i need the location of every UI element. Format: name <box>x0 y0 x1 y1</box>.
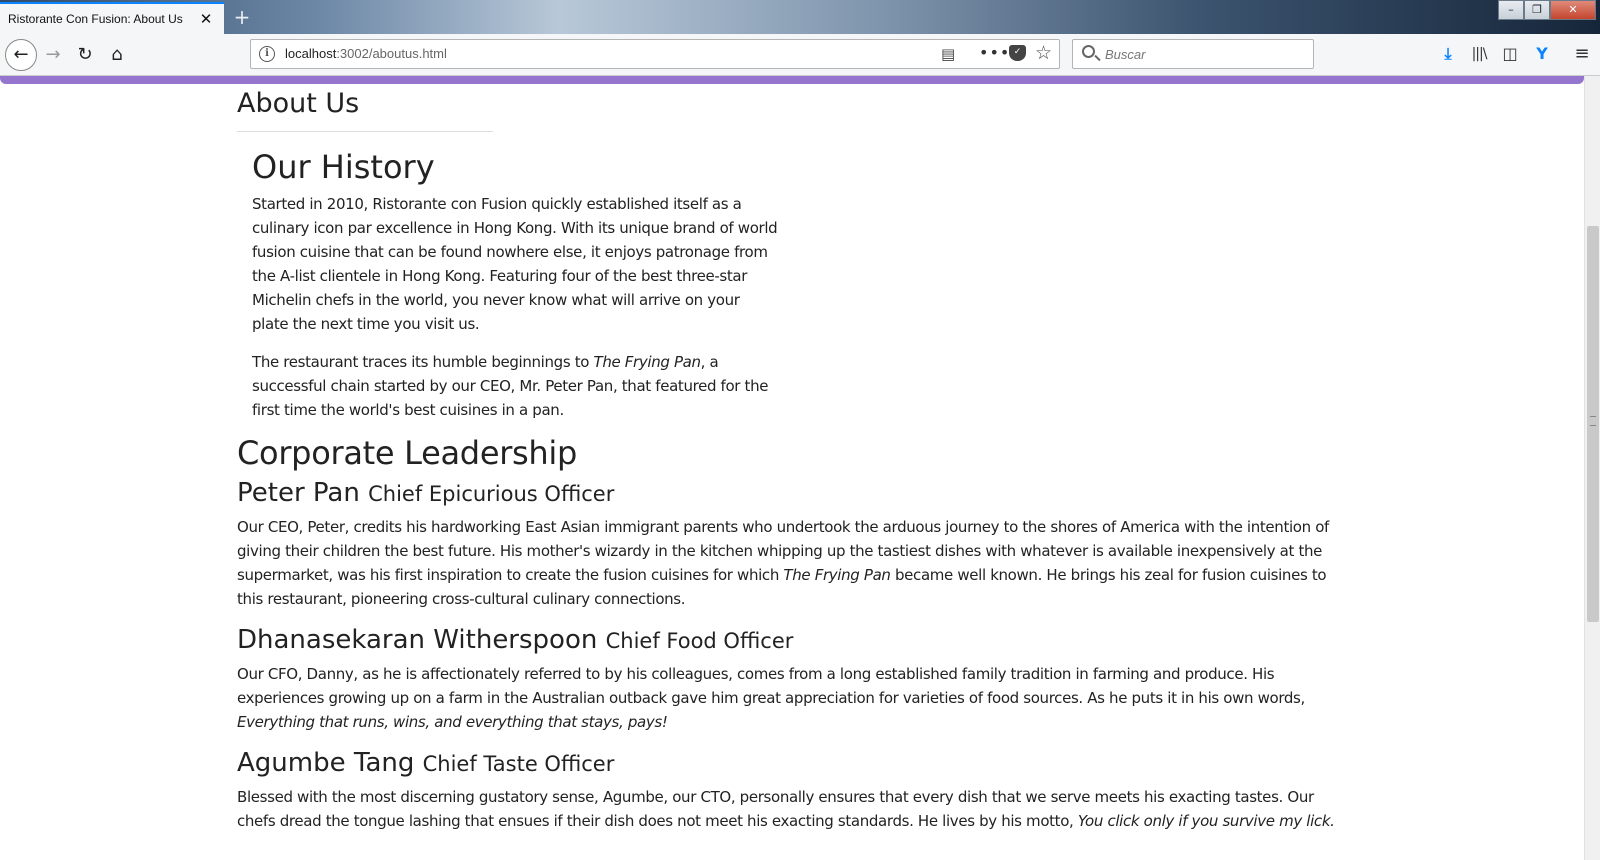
leader-item: Agumbe Tang Chief Taste Officer Blessed … <box>237 746 1347 833</box>
url-text[interactable]: localhost:3002/aboutus.html <box>285 46 447 61</box>
scrollbar-thumb[interactable] <box>1587 226 1599 622</box>
leader-bio: Our CFO, Danny, as he is affectionately … <box>237 662 1347 734</box>
new-tab-button[interactable]: + <box>230 4 254 30</box>
leader-name: Peter Pan <box>237 478 360 508</box>
leader-name: Dhanasekaran Witherspoon <box>237 625 598 655</box>
forward-arrow-icon[interactable]: → <box>39 41 67 69</box>
leader-bio-text: Our CFO, Danny, as he is affectionately … <box>237 665 1305 707</box>
url-bar[interactable]: i localhost:3002/aboutus.html ▤ ••• ✓ ☆ <box>250 39 1060 69</box>
leader-heading: Peter Pan Chief Epicurious Officer <box>237 476 1347 511</box>
info-icon[interactable]: i <box>259 46 275 62</box>
search-input[interactable] <box>1105 44 1305 64</box>
maximize-button[interactable]: ❐ <box>1524 0 1550 20</box>
site-header-bar <box>0 76 1584 84</box>
search-bar[interactable] <box>1072 39 1314 69</box>
sidebar-icon[interactable]: ◫ <box>1498 42 1522 66</box>
leadership-heading: Corporate Leadership <box>237 434 578 472</box>
library-icon[interactable]: |||\ <box>1467 42 1491 66</box>
title-divider <box>237 131 493 132</box>
url-path: :3002/aboutus.html <box>336 46 447 61</box>
hamburger-menu-icon[interactable]: ≡ <box>1570 42 1594 66</box>
window-titlebar: Ristorante Con Fusion: About Us ✕ + – ❐ … <box>0 0 1600 34</box>
leader-item: Dhanasekaran Witherspoon Chief Food Offi… <box>237 623 1347 734</box>
page-scrollbar[interactable] <box>1584 76 1600 860</box>
history-heading: Our History <box>252 148 435 186</box>
window-close-button[interactable]: ✕ <box>1550 0 1596 20</box>
minimize-button[interactable]: – <box>1498 0 1524 20</box>
history-p2-emphasis: The Frying Pan <box>593 353 702 371</box>
reload-icon[interactable]: ↻ <box>71 41 99 69</box>
extension-icon[interactable]: Y <box>1530 42 1554 66</box>
bookmark-star-icon[interactable]: ☆ <box>1035 42 1052 64</box>
leader-bio: Our CEO, Peter, credits his hardworking … <box>237 515 1347 611</box>
history-paragraph-2: The restaurant traces its humble beginni… <box>252 350 780 422</box>
leader-bio-emphasis: The Frying Pan <box>783 566 891 584</box>
page-content: About Us Our History Started in 2010, Ri… <box>0 84 1584 860</box>
leader-role: Chief Epicurious Officer <box>368 482 615 506</box>
url-host: localhost <box>285 46 337 61</box>
leader-name: Agumbe Tang <box>237 748 415 778</box>
tab-close-icon[interactable]: ✕ <box>194 10 218 28</box>
leader-heading: Agumbe Tang Chief Taste Officer <box>237 746 1347 781</box>
tab-title: Ristorante Con Fusion: About Us <box>8 12 183 26</box>
leader-bio: Blessed with the most discerning gustato… <box>237 785 1347 833</box>
reader-view-icon[interactable]: ▤ <box>941 45 955 63</box>
more-icon[interactable]: ••• <box>979 43 1010 62</box>
download-icon[interactable]: ⤓ <box>1436 42 1460 66</box>
leader-bio-emphasis: You click only if you survive my lick. <box>1077 812 1335 830</box>
leader-heading: Dhanasekaran Witherspoon Chief Food Offi… <box>237 623 1347 658</box>
back-arrow-icon[interactable]: ← <box>5 39 37 71</box>
history-section: Our History Started in 2010, Ristorante … <box>252 148 780 436</box>
leader-bio-emphasis: Everything that runs, wins, and everythi… <box>237 713 668 731</box>
tab-about-us[interactable]: Ristorante Con Fusion: About Us ✕ <box>0 2 224 34</box>
leadership-section: Corporate Leadership Peter Pan Chief Epi… <box>237 434 1347 845</box>
history-p2-text: The restaurant traces its humble beginni… <box>252 353 594 371</box>
pocket-icon[interactable]: ✓ <box>1009 45 1026 61</box>
navigation-toolbar: ← → ↻ ⌂ i localhost:3002/aboutus.html ▤ … <box>0 34 1600 76</box>
history-paragraph-1: Started in 2010, Ristorante con Fusion q… <box>252 195 778 333</box>
leader-item: Peter Pan Chief Epicurious Officer Our C… <box>237 476 1347 611</box>
scrollbar-grip-icon <box>1590 416 1596 426</box>
leader-role: Chief Food Officer <box>605 629 794 653</box>
page-title: About Us <box>237 88 360 119</box>
search-icon <box>1082 45 1095 58</box>
home-icon[interactable]: ⌂ <box>103 41 131 69</box>
leader-role: Chief Taste Officer <box>422 752 615 776</box>
